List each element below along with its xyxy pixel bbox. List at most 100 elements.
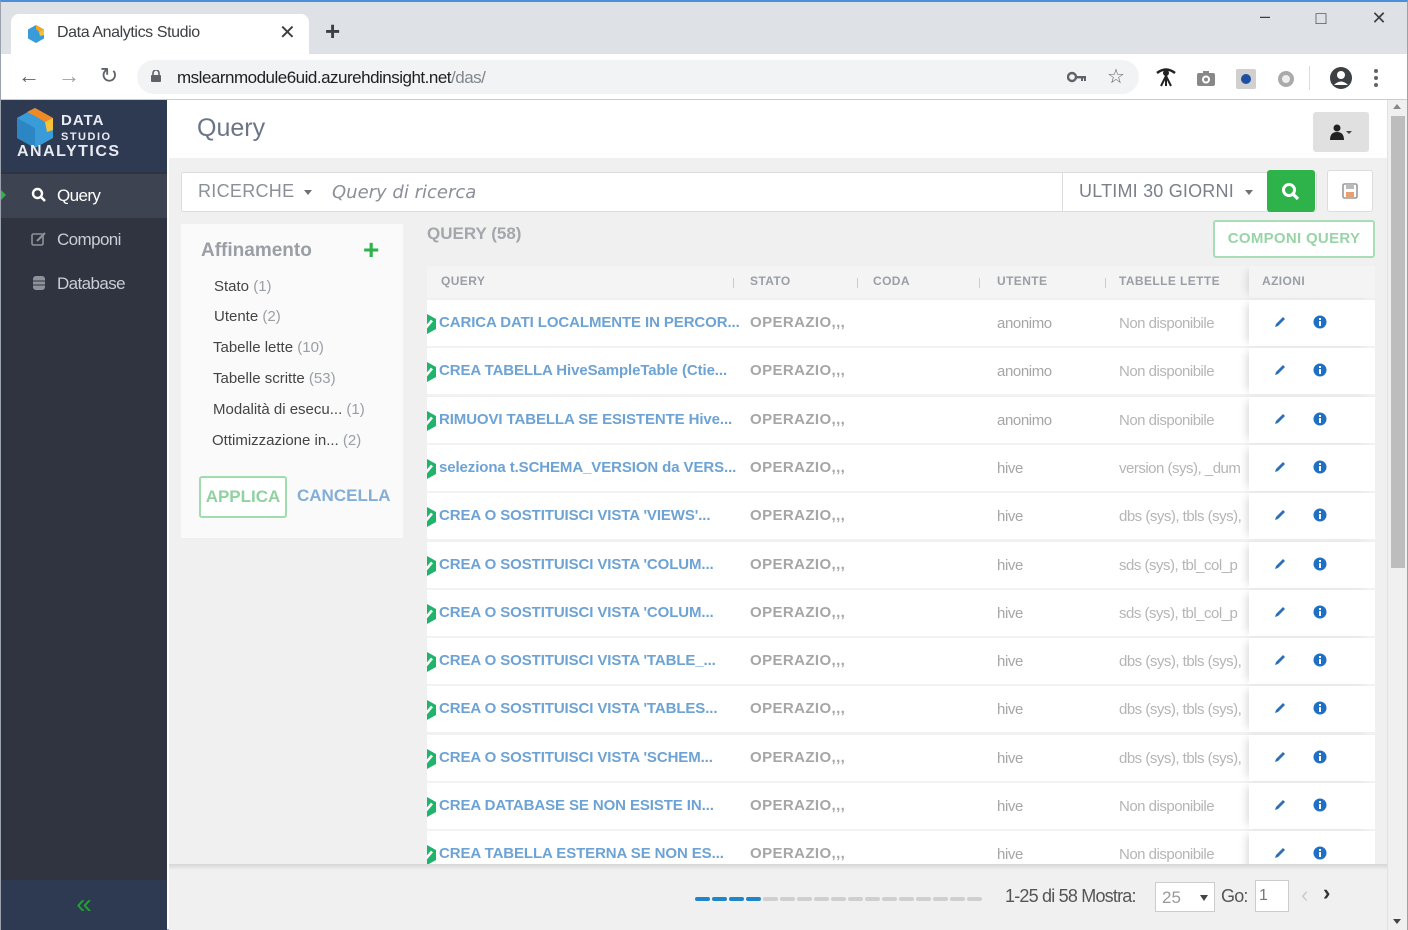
column-header-stato[interactable]: STATO (750, 274, 791, 288)
table-row[interactable]: CREA O SOSTITUISCI VISTA 'SCHEM... OPERAZ… (427, 734, 1375, 783)
column-resize-handle[interactable] (857, 278, 858, 288)
search-button[interactable] (1267, 170, 1315, 212)
forward-button[interactable]: → (55, 64, 83, 88)
extension-circle-icon[interactable] (1275, 68, 1297, 90)
sidebar-item-database[interactable]: Database (1, 262, 167, 306)
maximize-button[interactable]: □ (1301, 8, 1341, 29)
more-menu-icon[interactable] (1371, 68, 1381, 88)
close-window-button[interactable]: ✕ (1359, 8, 1399, 29)
edit-pencil-icon[interactable] (1273, 412, 1287, 426)
table-row[interactable]: CARICA DATI LOCALMENTE IN PERCOR... OPERA… (427, 300, 1375, 348)
table-row[interactable]: CREA O SOSTITUISCI VISTA 'VIEWS'... OPERA… (427, 493, 1375, 542)
edit-pencil-icon[interactable] (1273, 750, 1287, 764)
edit-pencil-icon[interactable] (1273, 315, 1287, 329)
extension-eye-icon[interactable] (1155, 66, 1177, 88)
info-icon[interactable] (1313, 412, 1327, 426)
vertical-scrollbar[interactable] (1387, 100, 1407, 930)
info-icon[interactable] (1313, 653, 1327, 667)
scroll-up-arrow-icon[interactable] (1393, 104, 1401, 109)
column-resize-handle[interactable] (733, 278, 734, 288)
facet-tabelle-lette[interactable]: Tabelle lette (10) (213, 339, 324, 356)
column-header-utente[interactable]: UTENTE (997, 274, 1047, 288)
query-link[interactable]: CREA O SOSTITUISCI VISTA 'COLUM... (439, 604, 714, 621)
table-row[interactable]: CREA TABELLA HiveSampleTable (Ctie... OPE… (427, 348, 1375, 397)
edit-pencil-icon[interactable] (1273, 363, 1287, 377)
info-icon[interactable] (1313, 460, 1327, 474)
tab-close-icon[interactable]: ✕ (279, 20, 296, 45)
scrollbar-thumb[interactable] (1391, 116, 1405, 568)
column-resize-handle[interactable] (1105, 278, 1106, 288)
table-row[interactable]: CREA O SOSTITUISCI VISTA 'COLUM... OPERAZ… (427, 589, 1375, 638)
scroll-down-arrow-icon[interactable] (1393, 919, 1401, 924)
reload-button[interactable]: ↻ (95, 64, 123, 88)
table-row[interactable]: seleziona t.SCHEMA_VERSION da VERS... OPE… (427, 444, 1375, 493)
save-search-button[interactable] (1327, 170, 1373, 212)
edit-pencil-icon[interactable] (1273, 846, 1287, 860)
query-link[interactable]: CREA O SOSTITUISCI VISTA 'VIEWS'... (439, 507, 711, 524)
address-bar[interactable]: mslearnmodule6uid.azurehdinsight.net/das… (137, 60, 1139, 94)
edit-pencil-icon[interactable] (1273, 701, 1287, 715)
back-button[interactable]: ← (15, 64, 43, 88)
record-extension-icon[interactable] (1235, 68, 1257, 90)
table-row[interactable]: CREA TABELLA ESTERNA SE NON ES... OPERAZI… (427, 831, 1375, 866)
table-row[interactable]: CREA O SOSTITUISCI VISTA 'TABLES... OPERA… (427, 686, 1375, 735)
edit-pencil-icon[interactable] (1273, 605, 1287, 619)
page-size-select[interactable]: 25 (1155, 882, 1215, 912)
edit-pencil-icon[interactable] (1273, 557, 1287, 571)
query-link[interactable]: CREA O SOSTITUISCI VISTA 'SCHEM... (439, 749, 713, 766)
info-icon[interactable] (1313, 315, 1327, 329)
saved-searches-dropdown[interactable]: RICERCHE (198, 181, 313, 202)
column-header-coda[interactable]: CODA (873, 274, 910, 288)
previous-page-button[interactable]: ‹ (1301, 882, 1308, 908)
app-logo[interactable]: DATA STUDIO ANALYTICS (1, 100, 167, 172)
minimize-button[interactable]: – (1245, 6, 1285, 27)
apply-button[interactable]: APPLICA (199, 476, 287, 518)
cancel-button[interactable]: CANCELLA (297, 486, 391, 506)
table-row[interactable]: CREA DATABASE SE NON ESISTE IN... OPERAZI… (427, 783, 1375, 831)
column-header-query[interactable]: QUERY (441, 274, 485, 288)
facet-ottimizzazione[interactable]: Ottimizzazione in... (2) (212, 432, 361, 449)
facet-modalita-esecuzione[interactable]: Modalità di esecu... (1) (213, 401, 365, 418)
query-link[interactable]: CREA TABELLA ESTERNA SE NON ES... (439, 845, 724, 862)
table-row[interactable]: CREA O SOSTITUISCI VISTA 'TABLE_... OPERA… (427, 638, 1375, 687)
browser-tab[interactable]: Data Analytics Studio ✕ (11, 14, 309, 54)
profile-avatar-icon[interactable] (1329, 66, 1353, 90)
time-range-dropdown[interactable]: ULTIMI 30 GIORNI (1062, 173, 1266, 211)
info-icon[interactable] (1313, 605, 1327, 619)
next-page-button[interactable]: › (1323, 880, 1330, 906)
info-icon[interactable] (1313, 363, 1327, 377)
query-link[interactable]: CREA TABELLA HiveSampleTable (Ctie... (439, 362, 727, 379)
bookmark-star-icon[interactable]: ☆ (1107, 64, 1125, 89)
query-link[interactable]: seleziona t.SCHEMA_VERSION da VERS... (439, 459, 736, 476)
query-link[interactable]: CARICA DATI LOCALMENTE IN PERCOR... (439, 314, 740, 331)
table-row[interactable]: CREA O SOSTITUISCI VISTA 'COLUM... OPERAZ… (427, 541, 1375, 590)
column-resize-handle[interactable] (979, 278, 980, 288)
column-header-tabelle-lette[interactable]: TABELLE LETTE (1119, 274, 1220, 288)
info-icon[interactable] (1313, 557, 1327, 571)
edit-pencil-icon[interactable] (1273, 798, 1287, 812)
go-to-page-input[interactable] (1255, 880, 1289, 912)
facet-tabelle-scritte[interactable]: Tabelle scritte (53) (213, 370, 336, 387)
add-filter-icon[interactable]: + (363, 234, 379, 266)
sidebar-item-query[interactable]: Query (1, 174, 167, 218)
collapse-sidebar-button[interactable]: « (1, 880, 167, 930)
table-row[interactable]: RIMUOVI TABELLA SE ESISTENTE Hive... OPER… (427, 396, 1375, 445)
camera-icon[interactable] (1195, 68, 1217, 90)
info-icon[interactable] (1313, 750, 1327, 764)
edit-pencil-icon[interactable] (1273, 460, 1287, 474)
info-icon[interactable] (1313, 701, 1327, 715)
info-icon[interactable] (1313, 846, 1327, 860)
query-link[interactable]: CREA O SOSTITUISCI VISTA 'COLUM... (439, 556, 714, 573)
edit-pencil-icon[interactable] (1273, 508, 1287, 522)
edit-pencil-icon[interactable] (1273, 653, 1287, 667)
info-icon[interactable] (1313, 798, 1327, 812)
query-link[interactable]: RIMUOVI TABELLA SE ESISTENTE Hive... (439, 411, 732, 428)
new-tab-button[interactable]: + (325, 18, 340, 44)
facet-stato[interactable]: Stato (1) (214, 278, 272, 295)
user-menu-button[interactable] (1313, 112, 1369, 152)
query-link[interactable]: CREA DATABASE SE NON ESISTE IN... (439, 797, 714, 814)
info-icon[interactable] (1313, 508, 1327, 522)
search-input[interactable] (332, 177, 1052, 207)
query-link[interactable]: CREA O SOSTITUISCI VISTA 'TABLES... (439, 700, 718, 717)
facet-utente[interactable]: Utente (2) (214, 308, 281, 325)
